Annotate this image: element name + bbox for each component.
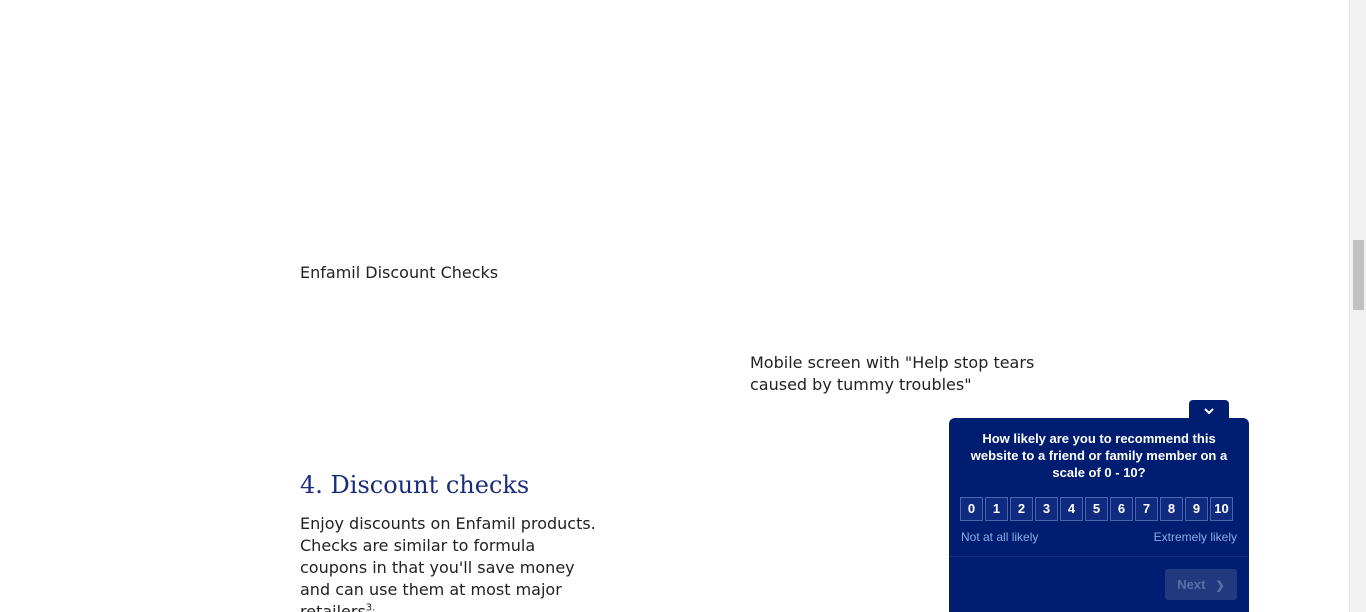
survey-question: How likely are you to recommend this web… xyxy=(970,431,1228,480)
rating-option[interactable]: 5 xyxy=(1085,497,1108,521)
rating-option[interactable]: 4 xyxy=(1060,497,1083,521)
mobile-screen-image: Mobile screen with "Help stop tears caus… xyxy=(750,352,1050,396)
chevron-right-icon: ❯ xyxy=(1215,580,1225,592)
scale-high-label: Extremely likely xyxy=(1153,530,1237,544)
chevron-down-icon xyxy=(1204,408,1214,415)
section-heading: 4. Discount checks xyxy=(300,471,530,499)
section-body-text: Enjoy discounts on Enfamil products. Che… xyxy=(300,514,596,612)
survey-collapse-button[interactable] xyxy=(1189,400,1229,420)
footnote-marker: 3. xyxy=(365,602,376,612)
scale-labels: Not at all likely Extremely likely xyxy=(961,530,1237,544)
rating-option[interactable]: 6 xyxy=(1110,497,1133,521)
rating-option[interactable]: 9 xyxy=(1185,497,1208,521)
page-scrollbar[interactable] xyxy=(1349,0,1366,612)
scrollbar-thumb[interactable] xyxy=(1353,240,1364,310)
rating-option[interactable]: 8 xyxy=(1160,497,1183,521)
rating-option[interactable]: 7 xyxy=(1135,497,1158,521)
rating-option[interactable]: 2 xyxy=(1010,497,1033,521)
rating-option[interactable]: 3 xyxy=(1035,497,1058,521)
rating-scale: 0 1 2 3 4 5 6 7 8 9 10 xyxy=(960,497,1233,521)
discount-checks-image: Enfamil Discount Checks xyxy=(300,262,498,284)
page: Enfamil Discount Checks Mobile screen wi… xyxy=(0,0,1366,612)
scale-low-label: Not at all likely xyxy=(961,530,1039,544)
next-button[interactable]: Next ❯ xyxy=(1165,569,1237,600)
mobile-screen-image-alt: Mobile screen with "Help stop tears caus… xyxy=(750,353,1035,394)
survey-divider xyxy=(949,556,1249,557)
feedback-survey: How likely are you to recommend this web… xyxy=(949,418,1249,612)
rating-option[interactable]: 10 xyxy=(1210,497,1233,521)
rating-option[interactable]: 0 xyxy=(960,497,983,521)
discount-checks-image-alt: Enfamil Discount Checks xyxy=(300,263,499,282)
next-button-label: Next xyxy=(1177,577,1206,592)
section-body: Enjoy discounts on Enfamil products. Che… xyxy=(300,513,600,612)
rating-option[interactable]: 1 xyxy=(985,497,1008,521)
